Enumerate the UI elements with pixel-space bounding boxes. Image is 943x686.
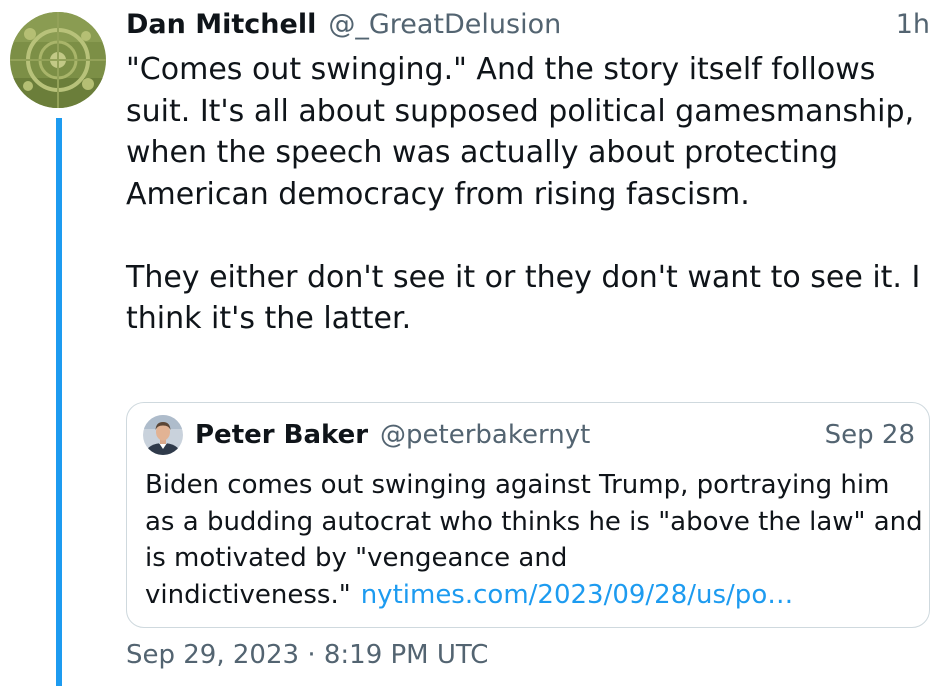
quoted-author-name[interactable]: Peter Baker: [195, 420, 368, 450]
thread-line: [56, 118, 62, 686]
author-name[interactable]: Dan Mitchell: [126, 9, 316, 40]
author-avatar[interactable]: [10, 12, 106, 108]
tweet-paragraph-1: "Comes out swinging." And the story itse…: [126, 52, 915, 212]
tweet-body: "Comes out swinging." And the story itse…: [126, 49, 934, 340]
quoted-tweet-header: Peter Baker @peterbakernyt Sep 28: [195, 417, 915, 453]
article-link[interactable]: nytimes.com/2023/09/28/us/po…: [361, 580, 794, 610]
quoted-tweet[interactable]: Peter Baker @peterbakernyt Sep 28 Biden …: [126, 402, 930, 628]
relative-time[interactable]: 1h: [896, 9, 930, 40]
quoted-author-avatar: [143, 415, 183, 455]
quoted-tweet-date[interactable]: Sep 28: [825, 420, 915, 450]
person-photo: [143, 415, 183, 455]
quoted-author-handle[interactable]: @peterbakernyt: [380, 420, 590, 450]
crop-circle-image: [10, 12, 106, 108]
tweet-timestamp[interactable]: Sep 29, 2023 · 8:19 PM UTC: [126, 640, 488, 670]
author-handle[interactable]: @_GreatDelusion: [328, 9, 561, 40]
quoted-tweet-body: Biden comes out swinging against Trump, …: [145, 467, 925, 613]
tweet-paragraph-2: They either don't see it or they don't w…: [126, 259, 921, 337]
tweet-header: Dan Mitchell @_GreatDelusion 1h: [126, 6, 930, 42]
